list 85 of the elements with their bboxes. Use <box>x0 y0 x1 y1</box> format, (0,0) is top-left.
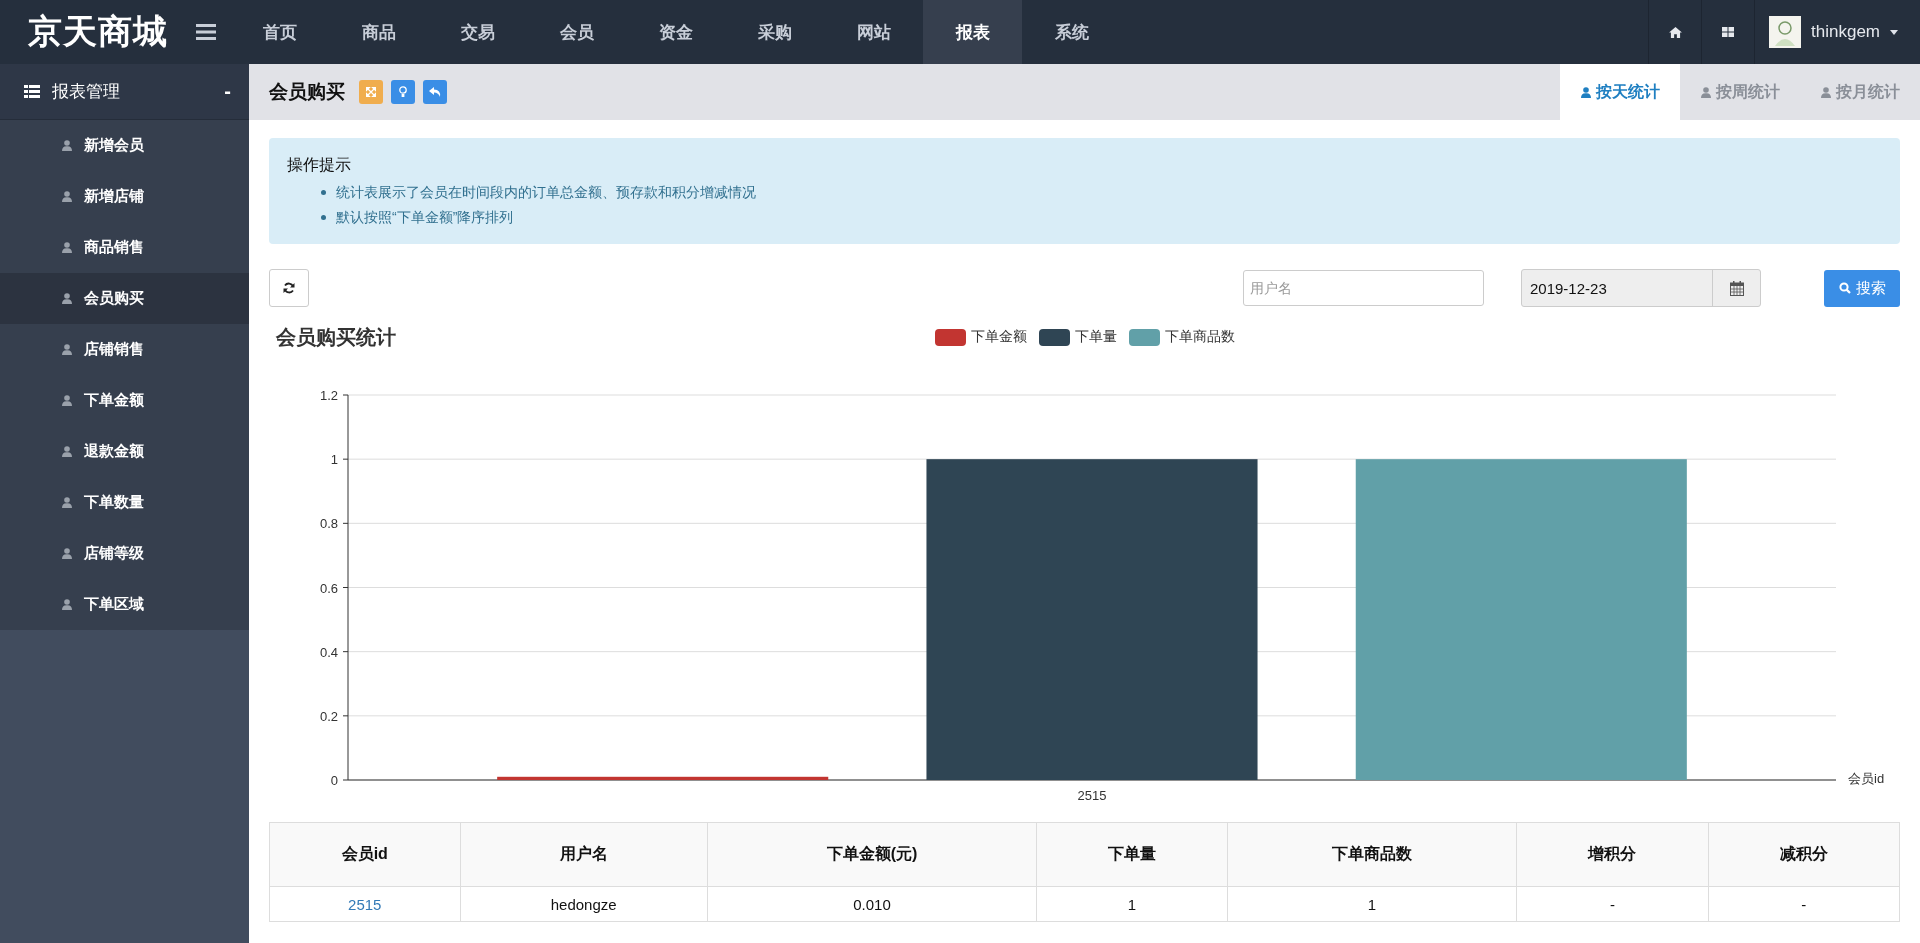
back-button[interactable] <box>423 80 447 104</box>
y-tick-label: 0.4 <box>319 644 338 660</box>
collapse-toggle[interactable]: - <box>224 80 231 103</box>
tip-button[interactable] <box>391 80 415 104</box>
member-id-link[interactable]: 2515 <box>269 886 461 922</box>
hint-text: 默认按照“下单金额”降序排列 <box>336 208 514 227</box>
table-cell: 0.010 <box>707 886 1037 922</box>
list-icon <box>24 85 40 98</box>
brand-logo[interactable]: 京天商城 <box>0 9 196 55</box>
table-cell: hedongze <box>460 886 708 922</box>
y-tick-label: 1 <box>330 452 338 468</box>
user-icon <box>62 395 72 406</box>
sidebar-item[interactable]: 新增会员 <box>0 120 249 171</box>
user-icon <box>62 344 72 355</box>
refresh-icon <box>283 282 295 294</box>
date-field[interactable]: 2019-12-23 <box>1521 269 1761 307</box>
user-icon <box>62 293 72 304</box>
sidebar-title: 报表管理 <box>52 81 120 103</box>
sidebar-item[interactable]: 下单数量 <box>0 477 249 528</box>
sidebar-item[interactable]: 商品销售 <box>0 222 249 273</box>
refresh-button[interactable] <box>269 269 309 307</box>
nav-tab[interactable]: 首页 <box>230 0 329 64</box>
nav-tab[interactable]: 网站 <box>824 0 923 64</box>
caret-icon[interactable] <box>1890 29 1898 35</box>
page-title: 会员购买 <box>269 80 345 104</box>
sidebar-item[interactable]: 会员购买 <box>0 273 249 324</box>
nav-tab[interactable]: 交易 <box>428 0 527 64</box>
table-cell: 1 <box>1036 886 1228 922</box>
table-cell: 1 <box>1227 886 1517 922</box>
sidebar-item[interactable]: 店铺等级 <box>0 528 249 579</box>
nav-tab[interactable]: 系统 <box>1022 0 1121 64</box>
y-tick-label: 0.2 <box>319 708 338 724</box>
user-icon <box>62 497 72 508</box>
search-icon <box>1838 282 1851 294</box>
nav-tab[interactable]: 会员 <box>527 0 626 64</box>
column-header: 会员id <box>269 822 461 887</box>
lightbulb-icon <box>399 86 407 98</box>
user-icon <box>62 548 72 559</box>
user-icon <box>62 446 72 457</box>
user-icon <box>1820 86 1831 98</box>
column-header: 下单商品数 <box>1227 822 1517 887</box>
y-tick-label: 0.6 <box>319 580 338 596</box>
sidebar-item[interactable]: 下单金额 <box>0 375 249 426</box>
nav-tab[interactable]: 商品 <box>329 0 428 64</box>
legend-item[interactable]: 下单量 <box>1038 328 1117 346</box>
user-icon <box>1700 86 1711 98</box>
user-icon <box>62 242 72 253</box>
calendar-icon[interactable] <box>1729 280 1744 296</box>
table-cell: - <box>1516 886 1709 922</box>
column-header: 用户名 <box>460 822 708 887</box>
column-header: 增积分 <box>1516 822 1709 887</box>
x-tick-label: 2515 <box>1077 788 1107 803</box>
stats-tab[interactable]: 按天统计 <box>1560 64 1680 120</box>
nav-tab[interactable]: 资金 <box>626 0 725 64</box>
column-header: 下单金额(元) <box>707 822 1037 887</box>
sidebar-item[interactable]: 店铺销售 <box>0 324 249 375</box>
user-icon <box>62 140 72 151</box>
sidebar-item[interactable]: 退款金额 <box>0 426 249 477</box>
column-header: 减积分 <box>1708 822 1900 887</box>
table-cell: - <box>1708 886 1900 922</box>
chart-title: 会员购买统计 <box>275 324 397 350</box>
y-tick-label: 1.2 <box>319 388 338 403</box>
user-icon <box>62 191 72 202</box>
expand-icon <box>366 87 376 97</box>
hint-text: 统计表展示了会员在时间段内的订单总金额、预存款和积分增减情况 <box>336 183 756 202</box>
bar[interactable] <box>497 776 829 780</box>
nav-tab[interactable]: 报表 <box>923 0 1022 64</box>
nav-tab[interactable]: 采购 <box>725 0 824 64</box>
column-header: 下单量 <box>1036 822 1228 887</box>
sidebar-item[interactable]: 新增店铺 <box>0 171 249 222</box>
menu-icon[interactable] <box>196 24 216 40</box>
x-axis-title: 会员id <box>1848 771 1885 786</box>
hint-title: 操作提示 <box>287 155 352 175</box>
y-tick-label: 0.8 <box>319 516 338 532</box>
user-icon <box>62 599 72 610</box>
sidebar-header[interactable]: 报表管理 - <box>0 64 249 120</box>
avatar-icon[interactable] <box>1769 16 1801 48</box>
y-tick-label: 0 <box>330 773 338 788</box>
username-field[interactable]: 用户名 <box>1243 270 1484 306</box>
legend-item[interactable]: 下单商品数 <box>1128 328 1235 346</box>
sidebar-item[interactable]: 下单区域 <box>0 579 249 630</box>
reply-icon <box>429 87 441 97</box>
user-name[interactable]: thinkgem <box>1811 22 1880 42</box>
user-icon <box>1580 86 1591 98</box>
legend-item[interactable]: 下单金额 <box>934 328 1027 346</box>
